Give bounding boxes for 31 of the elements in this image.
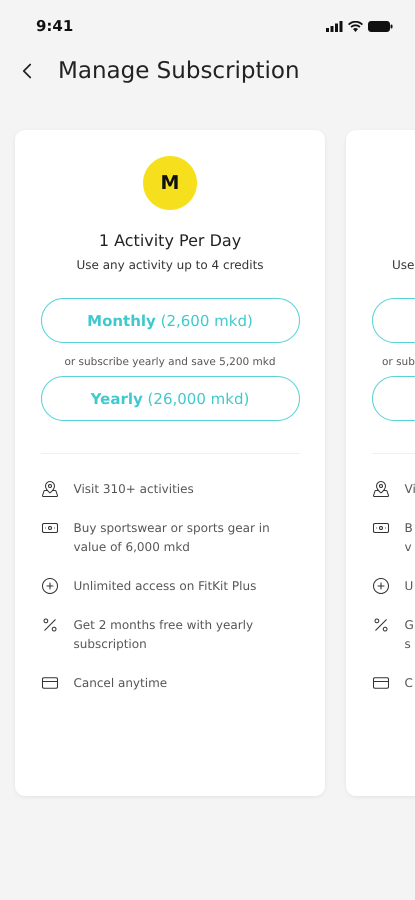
signal-icon	[326, 20, 343, 32]
feature-text: Visit 310+ activities	[74, 481, 194, 498]
status-time: 9:41	[36, 17, 74, 35]
plus-circle-icon	[40, 577, 58, 595]
feature-text: Cancel anytime	[74, 675, 168, 692]
page-title: Manage Subscription	[58, 58, 300, 84]
feature-text: Unlimited access on FitKit Plus	[74, 578, 256, 595]
plan-description: Use	[391, 258, 414, 272]
feature-text: Buy sportswear or sports gear in value of 6,000 mkd	[74, 520, 270, 556]
map-icon	[40, 480, 58, 498]
feature-text: U	[404, 578, 414, 595]
yearly-button[interactable]: Yearly (26,000 mkd)	[40, 376, 300, 421]
plan-badge: M	[143, 156, 197, 210]
yearly-savings-note: or sub	[381, 356, 415, 370]
percent-icon	[372, 616, 390, 634]
feature-text: Vi	[404, 481, 415, 498]
feature-text: C	[404, 675, 413, 692]
plan-description: Use any activity up to 4 credits	[76, 258, 264, 272]
wifi-icon	[348, 20, 363, 32]
percent-icon	[40, 616, 58, 634]
card-icon	[40, 674, 58, 692]
feature-text: B v	[404, 520, 413, 556]
plan-title: 1 Activity Per Day	[98, 231, 242, 252]
map-icon	[372, 480, 390, 498]
card-icon	[372, 674, 390, 692]
battery-icon	[368, 20, 393, 32]
feature-text: Get 2 months free with yearly subscription	[74, 617, 254, 653]
feature-text: G s	[404, 617, 414, 653]
plus-circle-icon	[372, 577, 390, 595]
yearly-savings-note: or subscribe yearly and save 5,200 mkd	[64, 356, 276, 370]
monthly-button[interactable]: Monthly (2,600 mkd)	[40, 298, 300, 343]
